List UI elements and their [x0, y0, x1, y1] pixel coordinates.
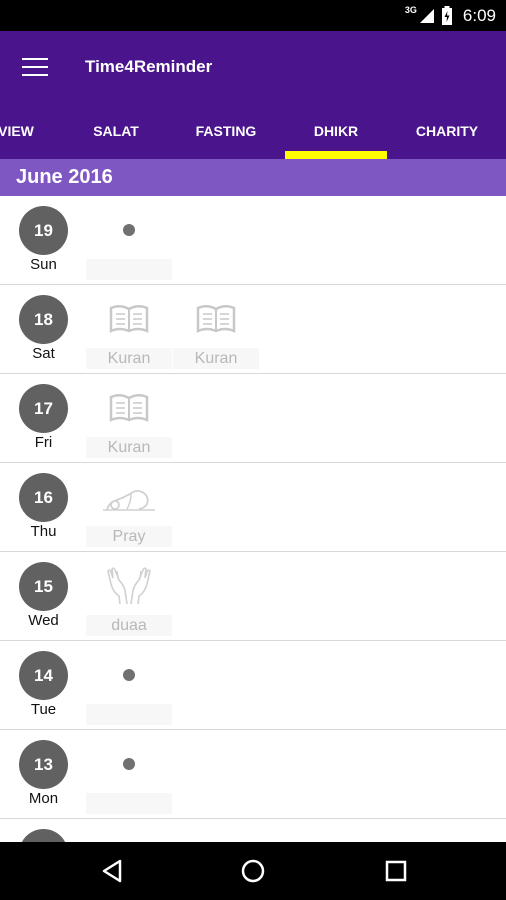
- dot-icon: [86, 647, 172, 703]
- day-weekday: Wed: [28, 612, 59, 629]
- day-date-badge: 14: [19, 651, 68, 700]
- tab-label: CHARITY: [415, 123, 479, 139]
- network-type-label: 3G: [404, 4, 417, 15]
- navigation-bar: [0, 842, 506, 900]
- status-icons: 3G 6:09: [405, 0, 496, 31]
- day-weekday: Tue: [30, 701, 57, 718]
- app-title: Time4Reminder: [85, 57, 213, 76]
- day-row[interactable]: [0, 819, 506, 842]
- day-date-badge: [19, 829, 68, 842]
- app-bar: Time4Reminder VIEW SALAT FASTING DHIKR C…: [0, 31, 506, 159]
- tab-bar: VIEW SALAT FASTING DHIKR CHARITY: [0, 109, 506, 159]
- prostration-icon: [86, 469, 172, 525]
- month-header: June 2016: [0, 159, 506, 196]
- praying-hands-icon: [86, 558, 172, 614]
- tab-salat[interactable]: SALAT: [70, 109, 162, 159]
- dot-icon: [86, 202, 172, 258]
- day-date-badge: 16: [19, 473, 68, 522]
- dhikr-entry[interactable]: Pray: [86, 469, 172, 547]
- back-icon[interactable]: [97, 856, 127, 886]
- tab-label: VIEW: [0, 123, 34, 139]
- day-row[interactable]: 14 Tue: [0, 641, 506, 730]
- dhikr-entry[interactable]: [86, 736, 172, 814]
- tab-fasting[interactable]: FASTING: [170, 109, 282, 159]
- dhikr-entry[interactable]: Kuran: [86, 291, 172, 369]
- entry-label: [86, 793, 172, 814]
- tab-label: DHIKR: [313, 123, 359, 139]
- hamburger-menu-icon[interactable]: [22, 58, 48, 76]
- entry-label: Pray: [86, 526, 172, 547]
- entry-label: duaa: [86, 615, 172, 636]
- tab-charity[interactable]: CHARITY: [390, 109, 504, 159]
- book-icon: [173, 291, 259, 347]
- day-row[interactable]: 16 Thu Pray: [0, 463, 506, 552]
- day-weekday: Thu: [30, 523, 57, 540]
- dhikr-entry[interactable]: [86, 202, 172, 280]
- battery-icon: [441, 6, 452, 25]
- day-date-badge: 15: [19, 562, 68, 611]
- day-date-badge: 17: [19, 384, 68, 433]
- book-icon: [86, 291, 172, 347]
- entry-label: Kuran: [86, 348, 172, 369]
- day-date-badge: 18: [19, 295, 68, 344]
- tab-view[interactable]: VIEW: [0, 109, 52, 159]
- entry-label: Kuran: [86, 437, 172, 458]
- tab-label: FASTING: [195, 123, 257, 139]
- day-row[interactable]: 19 Sun: [0, 196, 506, 285]
- dhikr-entry[interactable]: Kuran: [173, 291, 259, 369]
- day-weekday: Fri: [34, 434, 53, 451]
- entry-label: [86, 259, 172, 280]
- recents-icon[interactable]: [381, 856, 411, 886]
- entry-label: Kuran: [173, 348, 259, 369]
- active-tab-indicator: [285, 151, 387, 159]
- day-date-badge: 13: [19, 740, 68, 789]
- day-weekday: Sun: [30, 256, 57, 273]
- dhikr-entry[interactable]: Kuran: [86, 380, 172, 458]
- day-weekday: Mon: [28, 790, 59, 807]
- dot-icon: [86, 736, 172, 792]
- dhikr-entry[interactable]: duaa: [86, 558, 172, 636]
- day-date-badge: 19: [19, 206, 68, 255]
- entry-label: [86, 704, 172, 725]
- day-row[interactable]: 17 Fri Kuran: [0, 374, 506, 463]
- day-row[interactable]: 18 Sat Kuran Kuran: [0, 285, 506, 374]
- day-list[interactable]: 19 Sun 18 Sat Kuran Kuran 17 Fri Kuran 1…: [0, 196, 506, 842]
- day-row[interactable]: 15 Wed duaa: [0, 552, 506, 641]
- tab-dhikr[interactable]: DHIKR: [285, 109, 387, 159]
- day-row[interactable]: 13 Mon: [0, 730, 506, 819]
- home-icon[interactable]: [238, 856, 268, 886]
- dhikr-entry[interactable]: [86, 647, 172, 725]
- day-weekday: Sat: [32, 345, 55, 362]
- book-icon: [86, 380, 172, 436]
- signal-icon: [419, 8, 434, 23]
- status-bar: 3G 6:09: [0, 0, 506, 31]
- tab-label: SALAT: [93, 123, 139, 139]
- clock-time: 6:09: [462, 5, 496, 25]
